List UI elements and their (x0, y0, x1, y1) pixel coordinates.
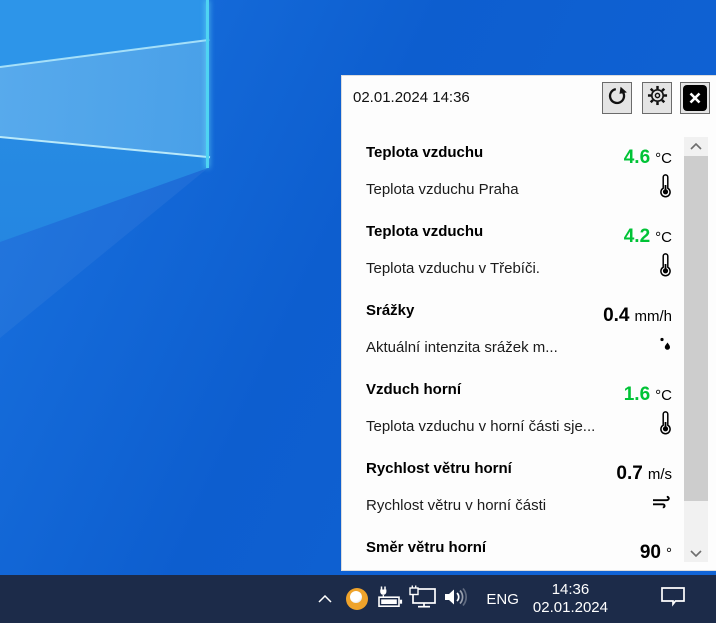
speaker-icon (443, 586, 469, 613)
sensor-subtitle: Teplota vzduchu v horní části sje... (366, 418, 595, 435)
sensor-title: Teplota vzduchu (366, 144, 483, 161)
network-tray-item[interactable] (408, 584, 438, 614)
weather-widget-panel: 02.01.2024 14:36 (341, 75, 716, 571)
sensor-subtitle: Aktuální intenzita srážek m... (366, 339, 558, 356)
last-update-datetime: 02.01.2024 14:36 (353, 89, 470, 106)
battery-tray-item[interactable] (375, 584, 405, 614)
sensor-subtitle: Teplota vzduchu Praha (366, 181, 519, 198)
volume-tray-item[interactable] (441, 584, 471, 614)
sensor-list: Teplota vzduchu 4.6 °C Teplota vzduchu Pr… (342, 135, 672, 572)
chevron-up-icon (318, 590, 332, 608)
sensor-value: 0.4 mm/h (603, 305, 672, 327)
settings-button[interactable] (642, 82, 672, 114)
network-icon (408, 585, 438, 614)
sensor-title: Teplota vzduchu (366, 223, 483, 240)
raindrops-icon (658, 331, 672, 357)
show-hidden-icons-button[interactable] (314, 584, 336, 614)
scrollbar-down-button[interactable] (684, 544, 708, 562)
clock-time: 14:36 (533, 581, 608, 599)
close-button[interactable] (680, 82, 710, 114)
sensor-value-number: 1.6 (624, 384, 650, 405)
sensor-title: Rychlost větru horní (366, 460, 512, 477)
battery-icon (377, 586, 403, 613)
sensor-value-number: 0.4 (603, 305, 629, 326)
sensor-value-number: 4.2 (624, 226, 650, 247)
sensor-title: Směr větru horní (366, 539, 486, 556)
sensor-row[interactable]: Rychlost větru horní 0.7 m/s Rychlost vět… (342, 451, 672, 530)
app-tray-icon[interactable] (342, 584, 372, 614)
sensor-value: 0.7 m/s (616, 463, 672, 485)
sensor-value-unit: °C (655, 150, 672, 167)
sensor-row[interactable]: Teplota vzduchu 4.2 °C Teplota vzduchu v … (342, 214, 672, 293)
weather-app-icon (346, 588, 368, 610)
sensor-title: Vzduch horní (366, 381, 461, 398)
sensor-row[interactable]: Teplota vzduchu 4.6 °C Teplota vzduchu Pr… (342, 135, 672, 214)
sensor-value-unit: mm/h (635, 308, 673, 325)
sensor-title: Srážky (366, 302, 414, 319)
sensor-value: 1.6 °C (624, 384, 672, 406)
sensor-subtitle: Teplota vzduchu v Třebíči. (366, 260, 540, 277)
wallpaper-glow-edge-vertical (206, 0, 209, 168)
sensor-row[interactable]: Vzduch horní 1.6 °C Teplota vzduchu v hor… (342, 372, 672, 451)
sensor-value: 4.6 °C (624, 147, 672, 169)
sensor-row[interactable]: Směr větru horní 90 ° (342, 530, 672, 572)
refresh-icon (607, 86, 627, 111)
action-center-icon (660, 586, 686, 613)
sensor-value-number: 0.7 (616, 463, 642, 484)
taskbar-clock[interactable]: 14:36 02.01.2024 (533, 581, 608, 617)
sensor-value-unit: °C (655, 229, 672, 246)
scrollbar[interactable] (684, 137, 708, 562)
clock-date: 02.01.2024 (533, 599, 608, 617)
chevron-down-icon (690, 544, 702, 562)
gear-icon (647, 85, 668, 111)
scrollbar-thumb[interactable] (684, 156, 708, 501)
close-icon (683, 85, 707, 111)
thermometer-icon (659, 252, 672, 278)
sensor-row[interactable]: Srážky 0.4 mm/h Aktuální intenzita srážek… (342, 293, 672, 372)
action-center-button[interactable] (658, 584, 688, 614)
sensor-subtitle: Rychlost větru v horní části (366, 497, 546, 514)
sensor-value: 90 ° (640, 542, 672, 564)
sensor-value-unit: °C (655, 387, 672, 404)
sensor-value: 4.2 °C (624, 226, 672, 248)
taskbar: ENG 14:36 02.01.2024 (0, 575, 716, 623)
scrollbar-up-button[interactable] (684, 137, 708, 155)
refresh-button[interactable] (602, 82, 632, 114)
sensor-value-unit: ° (666, 545, 672, 562)
wind-icon (652, 489, 672, 515)
chevron-up-icon (690, 137, 702, 155)
sensor-value-number: 4.6 (624, 147, 650, 168)
sensor-value-unit: m/s (648, 466, 672, 483)
sensor-value-number: 90 (640, 542, 661, 563)
thermometer-icon (659, 173, 672, 199)
panel-header: 02.01.2024 14:36 (342, 76, 716, 135)
language-indicator[interactable]: ENG (482, 591, 523, 608)
thermometer-icon (659, 410, 672, 436)
